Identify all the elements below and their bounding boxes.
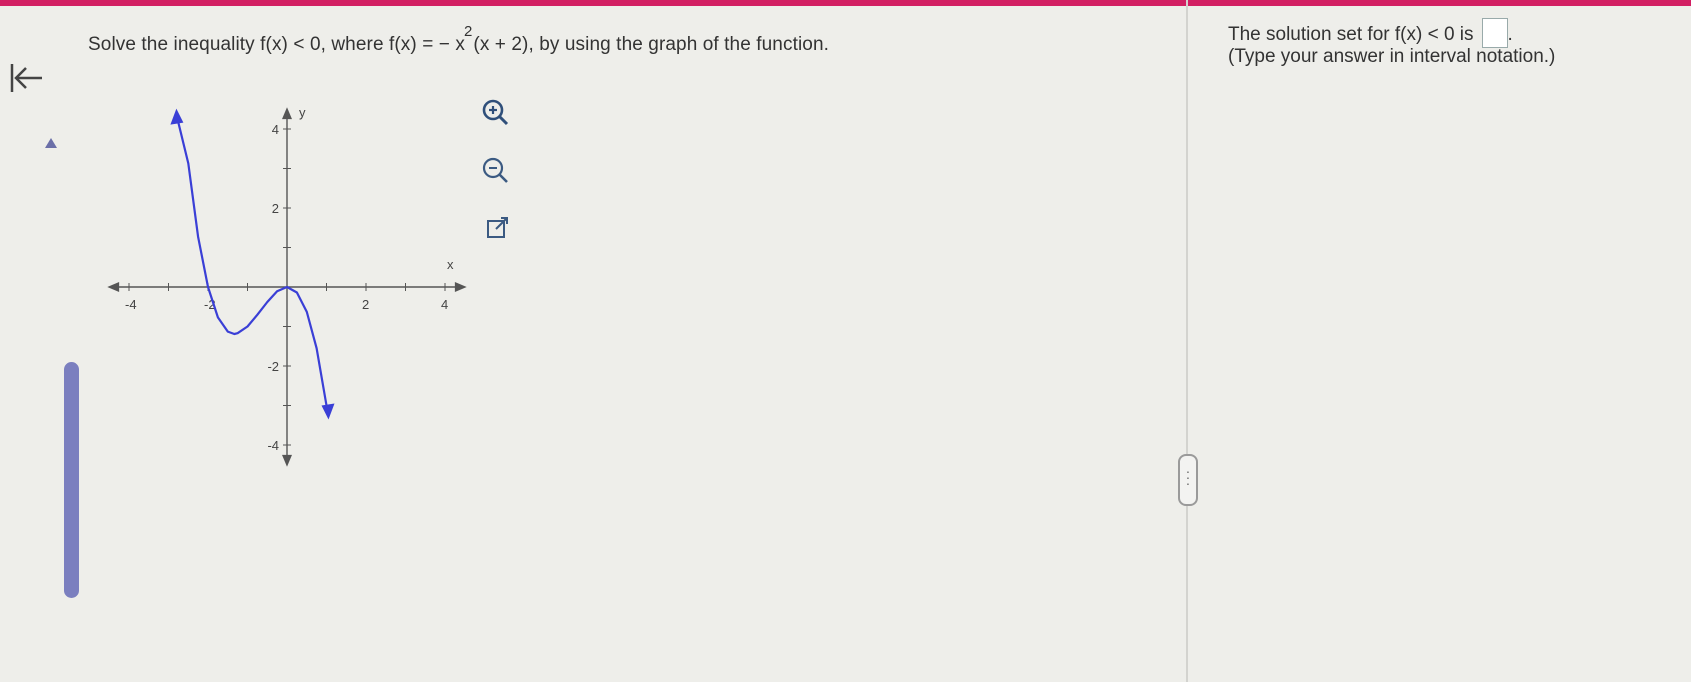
curve-point xyxy=(246,325,249,328)
curve-point xyxy=(325,404,328,407)
x-tick-label: -4 xyxy=(125,297,137,312)
function-graph: -4 -2 2 442-2-4xy xyxy=(107,105,467,467)
y-tick-label: 4 xyxy=(272,122,279,137)
curve-arrow-end xyxy=(321,403,335,420)
answer-input-box[interactable] xyxy=(1481,18,1508,48)
question-prefix: Solve the inequality f(x) < 0, where f(x… xyxy=(88,34,465,55)
curve-point xyxy=(233,333,236,335)
splitter-grip-icon: · · · xyxy=(1185,463,1191,491)
zoom-in-icon[interactable] xyxy=(480,97,510,127)
zoom-out-icon[interactable] xyxy=(480,155,510,185)
curve-point xyxy=(286,286,288,288)
y-axis-arrow-down xyxy=(282,454,292,467)
curve-point xyxy=(177,121,180,124)
curve-point xyxy=(207,286,209,288)
y-tick-label: -4 xyxy=(267,438,279,453)
answer-prompt: The solution set for f(x) < 0 is. xyxy=(1228,18,1513,48)
answer-prompt-text: The solution set for f(x) < 0 is xyxy=(1228,24,1474,45)
curve-point xyxy=(217,316,219,319)
y-tick-label: 2 xyxy=(272,201,279,216)
panel-divider xyxy=(1186,0,1188,682)
x-tick-label: 4 xyxy=(441,297,448,312)
scroll-up-arrow-icon[interactable] xyxy=(44,137,58,149)
curve-point xyxy=(197,236,199,238)
curve-point xyxy=(256,313,259,316)
curve-point xyxy=(236,332,239,334)
curve-line xyxy=(177,122,328,406)
curve-point xyxy=(187,162,190,165)
curve-arrow-start xyxy=(170,108,184,125)
x-axis-label: x xyxy=(447,257,454,272)
question-suffix: (x + 2), by using the graph of the funct… xyxy=(473,34,829,55)
y-axis-arrow-up xyxy=(282,107,292,120)
y-axis-label: y xyxy=(299,105,306,120)
panel-splitter-handle[interactable]: · · · xyxy=(1178,454,1198,506)
answer-period: . xyxy=(1507,24,1513,45)
curve-point xyxy=(315,347,318,349)
question-text: Solve the inequality f(x) < 0, where f(x… xyxy=(88,23,829,56)
question-exponent: 2 xyxy=(463,23,473,40)
vertical-scrollbar[interactable] xyxy=(64,362,79,598)
x-axis-arrow-left xyxy=(107,282,120,292)
back-arrow-icon[interactable] xyxy=(6,58,46,98)
external-link-icon[interactable] xyxy=(484,213,514,243)
curve-point xyxy=(296,291,298,294)
curve-point xyxy=(266,301,269,303)
top-accent-bar xyxy=(0,0,1691,6)
curve-point xyxy=(227,330,229,333)
curve-point xyxy=(306,311,308,313)
x-axis-arrow-right xyxy=(454,282,467,292)
x-tick-label: 2 xyxy=(362,297,369,312)
y-tick-label: -2 xyxy=(267,359,279,374)
answer-instruction: (Type your answer in interval notation.) xyxy=(1228,46,1556,67)
curve-point xyxy=(276,290,278,293)
